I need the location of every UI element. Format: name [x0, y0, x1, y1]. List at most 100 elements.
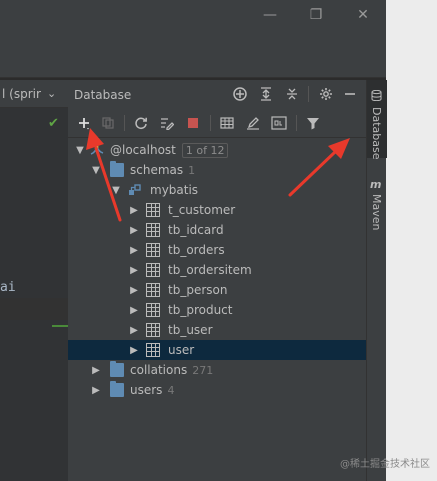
database-icon — [371, 90, 382, 101]
change-marker — [52, 325, 68, 327]
tree-node-table-selected[interactable]: ▶ user — [68, 340, 366, 360]
database-toolbar — [68, 108, 366, 138]
table-icon — [146, 263, 160, 277]
node-label: @localhost — [110, 143, 176, 157]
database-tool-button[interactable]: Database — [367, 80, 387, 160]
chevron-right-icon[interactable]: ▶ — [90, 363, 102, 377]
current-line-highlight — [0, 298, 68, 320]
tree-node-table[interactable]: ▶ tb_user — [68, 320, 366, 340]
tree-node-schemas[interactable]: ▼ schemas 1 — [68, 160, 366, 180]
database-tree[interactable]: ▼ @localhost 1 of 12 ▼ schemas 1 ▼ mybatis… — [68, 139, 366, 481]
tree-node-collations[interactable]: ▶ collations 271 — [68, 360, 366, 380]
node-count: 1 — [188, 164, 196, 177]
node-label: tb_product — [168, 303, 233, 317]
expand-all-icon[interactable] — [256, 84, 276, 104]
maven-icon[interactable]: m — [370, 178, 381, 191]
filter-icon[interactable] — [302, 113, 324, 133]
tree-node-users[interactable]: ▶ users 4 — [68, 380, 366, 400]
toolbar-separator — [124, 115, 125, 131]
database-header: Database — [68, 80, 366, 108]
toolbar-separator — [296, 115, 297, 131]
node-label: schemas — [130, 163, 184, 177]
node-count: 4 — [167, 384, 175, 397]
node-label: tb_ordersitem — [168, 263, 252, 277]
editor-tab-bar: l (sprir ⌄ — [0, 80, 68, 108]
node-badge: 1 of 12 — [181, 143, 229, 158]
node-label: user — [168, 343, 195, 357]
chevron-down-icon[interactable]: ▼ — [90, 163, 102, 177]
chevron-right-icon[interactable]: ▶ — [128, 283, 140, 297]
node-label: tb_idcard — [168, 223, 224, 237]
toolbar-separator — [210, 115, 211, 131]
chevron-down-icon[interactable]: ⌄ — [47, 87, 56, 100]
table-icon — [146, 323, 160, 337]
minimize-icon[interactable] — [340, 84, 360, 104]
refresh-icon[interactable] — [130, 113, 152, 133]
editor-pane: l (sprir ⌄ ✔ ai — [0, 80, 68, 481]
node-label: collations — [130, 363, 188, 377]
chevron-right-icon[interactable]: ▶ — [128, 323, 140, 337]
node-count: 271 — [192, 364, 214, 377]
minimize-button[interactable]: — — [247, 0, 293, 30]
chevron-right-icon[interactable]: ▶ — [128, 303, 140, 317]
tree-node-table[interactable]: ▶ t_customer — [68, 200, 366, 220]
editor-code-text: ai — [0, 280, 16, 295]
desktop-background — [386, 0, 437, 481]
table-icon — [146, 303, 160, 317]
tree-node-table[interactable]: ▶ tb_person — [68, 280, 366, 300]
folder-icon — [110, 381, 124, 397]
console-icon[interactable] — [268, 113, 290, 133]
edit-icon[interactable] — [242, 113, 264, 133]
restore-button[interactable]: ❐ — [293, 0, 339, 30]
watermark: @稀土掘金技术社区 — [340, 459, 430, 470]
header-separator — [308, 86, 309, 102]
table-icon — [146, 223, 160, 237]
database-tool-window: Database ▼ @localhost 1 of 12 ▼ schemas … — [68, 80, 366, 481]
node-label: mybatis — [150, 183, 199, 197]
table-icon — [146, 203, 160, 217]
checkmark-icon: ✔ — [48, 116, 59, 131]
chevron-right-icon[interactable]: ▶ — [128, 223, 140, 237]
chevron-right-icon[interactable]: ▶ — [90, 383, 102, 397]
collapse-all-icon[interactable] — [282, 84, 302, 104]
tree-node-table[interactable]: ▶ tb_orders — [68, 240, 366, 260]
right-tool-strip: Database m Maven — [366, 80, 387, 481]
database-tool-label: Database — [370, 107, 383, 160]
tree-node-table[interactable]: ▶ tb_product — [68, 300, 366, 320]
tree-node-mybatis[interactable]: ▼ mybatis — [68, 180, 366, 200]
tree-node-localhost[interactable]: ▼ @localhost 1 of 12 — [68, 140, 366, 160]
add-circle-icon[interactable] — [230, 84, 250, 104]
chevron-right-icon[interactable]: ▶ — [128, 243, 140, 257]
chevron-right-icon[interactable]: ▶ — [128, 203, 140, 217]
editor-tab-label[interactable]: l (sprir — [2, 87, 41, 101]
node-label: tb_orders — [168, 243, 225, 257]
copy-icon[interactable] — [97, 113, 119, 133]
folder-icon — [110, 161, 124, 177]
folder-icon — [110, 361, 124, 377]
maven-tool-label[interactable]: Maven — [370, 194, 383, 230]
title-bar: — ❐ ✕ — [0, 0, 386, 34]
add-icon[interactable] — [73, 113, 95, 133]
schema-icon — [128, 183, 142, 197]
tree-node-table[interactable]: ▶ tb_ordersitem — [68, 260, 366, 280]
properties-icon[interactable] — [156, 113, 178, 133]
table-icon — [146, 343, 160, 357]
chevron-down-icon[interactable]: ▼ — [74, 143, 86, 157]
close-button[interactable]: ✕ — [340, 0, 386, 30]
mysql-datasource-icon — [90, 143, 104, 157]
node-label: t_customer — [168, 203, 236, 217]
chevron-right-icon[interactable]: ▶ — [128, 343, 140, 357]
panel-title: Database — [74, 88, 132, 102]
table-icon — [146, 283, 160, 297]
navigation-bar — [0, 34, 386, 78]
tree-node-table[interactable]: ▶ tb_idcard — [68, 220, 366, 240]
chevron-right-icon[interactable]: ▶ — [128, 263, 140, 277]
table-view-icon[interactable] — [216, 113, 238, 133]
stop-icon[interactable] — [182, 113, 204, 133]
gear-icon[interactable] — [316, 84, 336, 104]
table-icon — [146, 243, 160, 257]
node-label: users — [130, 383, 163, 397]
node-label: tb_person — [168, 283, 228, 297]
chevron-down-icon[interactable]: ▼ — [110, 183, 122, 197]
node-label: tb_user — [168, 323, 213, 337]
